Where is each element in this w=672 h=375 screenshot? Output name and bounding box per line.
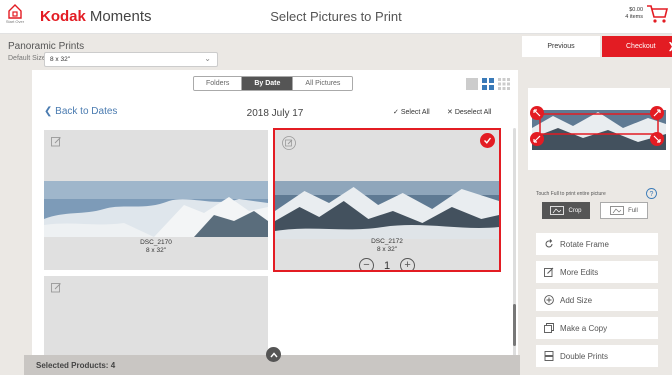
edit-icon[interactable] [51, 136, 62, 147]
home-icon [8, 4, 22, 19]
product-name: Panoramic Prints [8, 41, 85, 52]
photo-card-selected[interactable]: DSC_2172 8 x 32" − 1 + [273, 128, 501, 272]
large-grid-icon[interactable] [466, 78, 478, 90]
photo-browser: Folders By Date All Pictures ❮ Back to D… [32, 70, 518, 375]
copy-icon [544, 323, 554, 333]
photo-thumbnail [275, 181, 499, 239]
chevron-right-icon: ❯ [668, 41, 672, 52]
photo-size: 8 x 32" [376, 246, 397, 253]
small-grid-icon[interactable] [498, 78, 510, 90]
start-over-label: Start Over [5, 19, 25, 24]
layout-toggle [466, 78, 510, 90]
quantity-stepper: − 1 + [275, 258, 499, 272]
cart-button[interactable]: $0.00 4 items [625, 4, 668, 24]
photo-caption: DSC_2170 8 x 32" [44, 239, 268, 255]
crop-handle-bottom-right-icon[interactable] [650, 132, 664, 146]
full-button[interactable]: Full [600, 202, 648, 219]
default-size-value: 8 x 32" [50, 56, 71, 63]
more-edits-button[interactable]: More Edits [536, 261, 658, 283]
chevron-up-icon [269, 351, 278, 357]
photo-caption: DSC_2172 8 x 32" [275, 238, 499, 254]
app-header: Start Over Kodak Moments Select Pictures … [0, 0, 672, 34]
preview-image[interactable] [528, 88, 670, 170]
add-size-button[interactable]: Add Size [536, 289, 658, 311]
crop-handle-bottom-left-icon[interactable] [530, 132, 544, 146]
chevron-down-icon: ⌄ [204, 54, 211, 63]
photo-thumbnail [44, 181, 268, 237]
help-icon[interactable]: ? [646, 188, 657, 199]
close-icon: ✕ [447, 109, 453, 116]
select-all-button[interactable]: ✓ Select All [393, 108, 430, 116]
svg-text:?: ? [650, 191, 654, 198]
cart-icon [647, 5, 668, 23]
cart-summary: $0.00 4 items [625, 7, 643, 21]
back-to-dates-label: Back to Dates [55, 106, 118, 117]
decrease-quantity-button[interactable]: − [358, 258, 374, 270]
edit-icon[interactable] [51, 282, 62, 293]
photo-card[interactable]: DSC_2170 8 x 32" [44, 130, 268, 270]
rotate-icon [545, 239, 553, 248]
add-icon [544, 295, 554, 305]
checkout-label: Checkout [626, 43, 656, 50]
crop-options: Crop Full [542, 202, 648, 219]
quantity-value: 1 [383, 259, 391, 272]
view-tabs: Folders By Date All Pictures [193, 76, 354, 91]
tab-all-pictures[interactable]: All Pictures [293, 77, 353, 90]
scrollbar[interactable] [513, 128, 516, 358]
make-a-copy-button[interactable]: Make a Copy [536, 317, 658, 339]
add-size-label: Add Size [560, 295, 593, 305]
cart-items: 4 items [625, 14, 643, 20]
deselect-all-button[interactable]: ✕ Deselect All [447, 108, 491, 116]
crop-hint: Touch Full to print entire picture [536, 191, 606, 197]
scrollbar-thumb[interactable] [513, 304, 516, 346]
photo-size: 8 x 32" [145, 247, 166, 254]
edit-icon [544, 267, 554, 277]
photo-name: DSC_2170 [140, 239, 172, 246]
checkout-button[interactable]: Checkout ❯ [602, 36, 672, 57]
select-all-label: Select All [400, 109, 430, 116]
brand-name: Kodak [40, 8, 86, 25]
photo-name: DSC_2172 [371, 238, 403, 245]
double-prints-label: Double Prints [560, 351, 609, 361]
previous-button[interactable]: Previous [522, 36, 600, 57]
tab-by-date[interactable]: By Date [242, 77, 294, 90]
more-edits-label: More Edits [560, 267, 599, 277]
make-a-copy-label: Make a Copy [560, 323, 608, 333]
double-prints-icon [544, 351, 554, 361]
crop-handle-top-right-icon[interactable] [650, 106, 664, 120]
medium-grid-icon[interactable] [482, 78, 494, 90]
crop-button[interactable]: Crop [542, 202, 590, 219]
check-icon [484, 137, 492, 144]
selected-check-badge[interactable] [480, 133, 495, 148]
crop-icon [550, 206, 565, 215]
brand-logo: Kodak Moments [40, 8, 152, 25]
crop-label: Crop [568, 207, 582, 214]
crop-handle-top-left-icon[interactable] [530, 106, 544, 120]
default-size-select[interactable]: 8 x 32" ⌄ [44, 52, 218, 67]
double-prints-button[interactable]: Double Prints [536, 345, 658, 367]
tab-folders[interactable]: Folders [194, 77, 243, 90]
back-to-dates-link[interactable]: ❮ Back to Dates [44, 106, 117, 117]
crop-preview [528, 88, 670, 170]
check-icon: ✓ [393, 109, 399, 116]
edit-icon[interactable] [282, 136, 296, 150]
rotate-frame-button[interactable]: Rotate Frame [536, 233, 658, 255]
chevron-left-icon: ❮ [44, 106, 53, 117]
brand-suffix: Moments [89, 8, 152, 25]
full-label: Full [628, 207, 638, 214]
default-size-label: Default Size: [8, 55, 48, 62]
expand-tray-button[interactable] [266, 347, 281, 362]
cart-amount: $0.00 [629, 7, 643, 13]
start-over-button[interactable]: Start Over [4, 3, 26, 24]
rotate-frame-label: Rotate Frame [560, 239, 609, 249]
increase-quantity-button[interactable]: + [400, 258, 416, 270]
selected-products-label: Selected Products: 4 [36, 361, 116, 370]
deselect-all-label: Deselect All [454, 109, 492, 116]
full-icon [610, 206, 625, 215]
